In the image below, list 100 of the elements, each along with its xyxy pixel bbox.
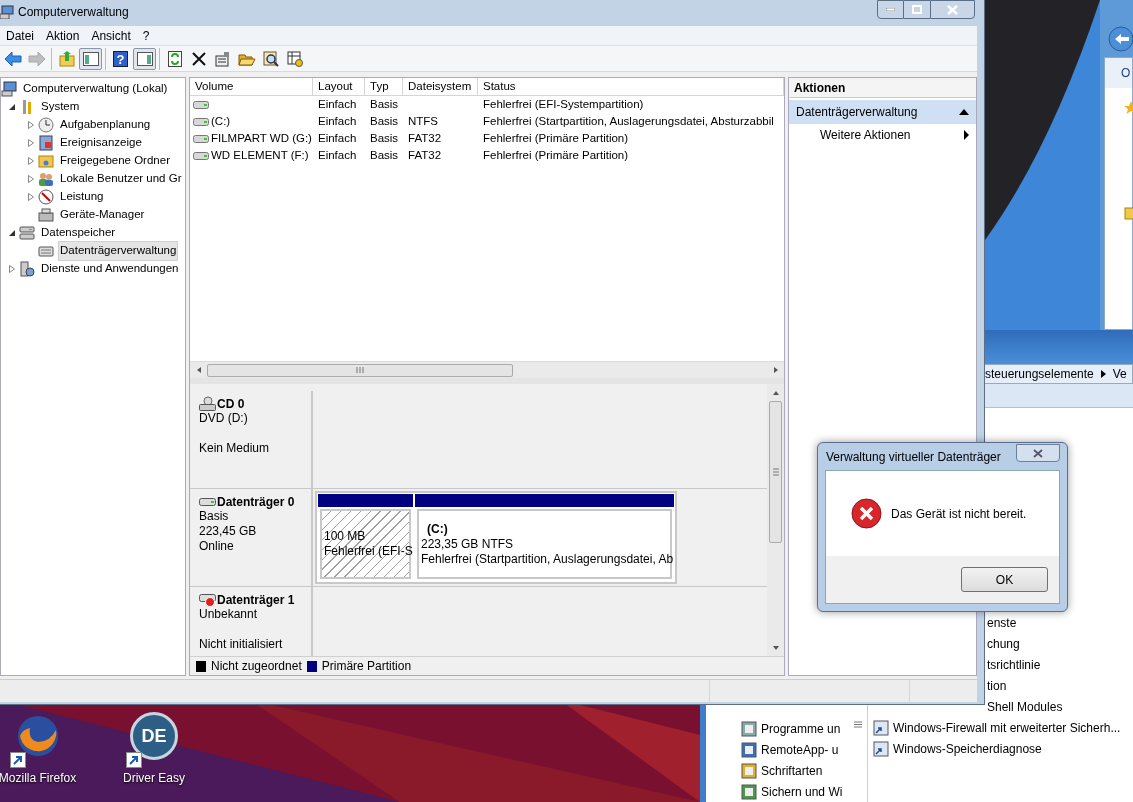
pane-title: Aktionen <box>789 78 976 98</box>
control-panel-icon <box>741 783 757 800</box>
control-panel-item[interactable]: Windows-Speicherdiagnose <box>893 739 1042 758</box>
table-cell-text: FILMPART WD (G:) <box>211 130 312 146</box>
table-cell-text: Einfach <box>318 130 357 146</box>
disk-info: Online <box>199 539 235 554</box>
splitter-grip-icon <box>853 721 862 728</box>
control-panel-icon <box>741 741 757 758</box>
folder-icon <box>38 153 54 169</box>
breadcrumb-item[interactable]: steuerungselemente <box>985 365 1094 384</box>
section-header[interactable]: Datenträgerverwaltung <box>789 100 976 124</box>
tree-item[interactable]: Datenträgerverwaltung <box>58 241 179 261</box>
pane-right-icon <box>136 51 153 66</box>
ok-button[interactable]: OK <box>961 567 1048 592</box>
partition-size: 100 MB <box>324 529 367 544</box>
control-panel-item[interactable]: Shell Modules <box>987 697 1063 716</box>
control-panel-icon <box>741 720 757 737</box>
expanded-arrow-icon[interactable] <box>8 229 16 237</box>
cd-drive-icon <box>199 395 216 412</box>
gear-icon <box>19 261 35 277</box>
disk-info: DVD (D:) <box>199 411 249 426</box>
menu-item[interactable]: Ansicht <box>85 26 137 46</box>
menu-item[interactable]: ? <box>136 26 156 46</box>
storage-icon <box>19 225 35 241</box>
table-cell-text: Einfach <box>318 113 357 129</box>
partition-size: 223,35 GB NTFS <box>421 536 515 552</box>
tree-item[interactable]: Datenspeicher <box>39 223 118 243</box>
action-link[interactable]: Weitere Aktionen <box>789 124 976 146</box>
control-panel-item[interactable]: chung <box>987 634 1020 653</box>
close-icon <box>1033 448 1043 458</box>
tree-item[interactable]: Computerverwaltung (Lokal) <box>21 79 170 99</box>
disk-name: CD 0 <box>217 395 245 413</box>
tree-item[interactable]: Aufgabenplanung <box>58 115 153 135</box>
table-cell-text: Einfach <box>318 147 357 163</box>
nav-item[interactable]: Programme un <box>761 719 841 738</box>
error-icon <box>851 498 882 529</box>
close-button[interactable] <box>1016 444 1060 462</box>
submenu-arrow-icon <box>964 130 969 140</box>
breadcrumb-item[interactable]: Ve <box>1112 365 1127 384</box>
tree-item[interactable]: Freigegebene Ordner <box>58 151 172 171</box>
delete-icon <box>191 51 206 66</box>
drive-icon <box>193 99 209 110</box>
search-icon <box>262 50 279 67</box>
collapsed-arrow-icon[interactable] <box>27 193 35 201</box>
collapsed-arrow-icon[interactable] <box>27 157 35 165</box>
disk-label-panel[interactable]: CD 0 DVD (D:) Kein Medium <box>190 391 313 488</box>
minimize-icon <box>886 8 895 11</box>
scroll-down-icon <box>771 643 780 652</box>
desktop-icon-label[interactable]: Mozilla Firefox <box>0 769 77 787</box>
menu-item[interactable]: Aktion <box>40 26 86 46</box>
collapsed-arrow-icon[interactable] <box>27 175 35 183</box>
horizontal-scrollbar[interactable] <box>190 361 784 378</box>
nav-item[interactable]: RemoteApp- u <box>761 740 839 759</box>
control-panel-item[interactable]: tsrichtlinie <box>987 655 1041 674</box>
column-header[interactable]: Volume <box>190 78 313 95</box>
column-header[interactable]: Layout <box>313 78 365 95</box>
column-header[interactable]: Status <box>478 78 784 95</box>
disk-info: Unbekannt <box>199 607 259 622</box>
action-pane-button[interactable] <box>133 47 156 70</box>
collapse-icon <box>959 109 969 115</box>
collapsed-arrow-icon[interactable] <box>27 139 35 147</box>
control-panel-item[interactable]: Windows-Firewall mit erweiterter Sicherh... <box>893 718 1121 737</box>
tree-item[interactable]: Geräte-Manager <box>58 205 147 225</box>
grip-icon <box>356 367 364 373</box>
expanded-arrow-icon[interactable] <box>8 103 16 111</box>
disk-info: Basis <box>199 509 230 524</box>
drive-icon <box>38 243 54 259</box>
tree-pane-button[interactable] <box>79 47 102 70</box>
menu-item[interactable]: Datei <box>0 26 40 46</box>
table-cell-text: Fehlerfrei (Primäre Partition) <box>483 147 629 163</box>
gauge-icon <box>38 189 54 205</box>
maximize-icon <box>912 5 922 14</box>
disk-label-panel[interactable]: Datenträger 0 Basis 223,45 GB Online <box>190 489 313 586</box>
nav-item[interactable]: Schriftarten <box>761 761 823 780</box>
computer-icon <box>0 5 14 19</box>
nav-item[interactable]: Sichern und Wi <box>761 782 843 801</box>
control-panel-item[interactable]: enste <box>987 613 1017 632</box>
tree-item[interactable]: Leistung <box>58 187 106 207</box>
desktop-icon-label[interactable]: Driver Easy <box>123 769 185 787</box>
maximize-button[interactable] <box>904 0 930 19</box>
tree-item[interactable]: Dienste und Anwendungen <box>39 259 181 279</box>
minimize-button[interactable] <box>877 0 904 19</box>
tree-item[interactable]: System <box>39 97 82 117</box>
control-panel-item[interactable]: tion <box>987 676 1007 695</box>
table-cell-text: (C:) <box>211 113 231 129</box>
clock-icon <box>38 117 54 133</box>
column-header[interactable]: Typ <box>365 78 403 95</box>
log-book-icon <box>38 135 54 151</box>
shortcut-icon <box>873 719 889 736</box>
tree-item[interactable]: Ereignisanzeige <box>58 133 144 153</box>
drive-icon <box>193 150 209 161</box>
collapsed-arrow-icon[interactable] <box>27 121 35 129</box>
column-header[interactable]: Dateisystem <box>403 78 478 95</box>
table-cell-text: WD ELEMENT (F:) <box>211 147 309 163</box>
collapsed-arrow-icon[interactable] <box>8 265 16 273</box>
tree-item[interactable]: Lokale Benutzer und Gr <box>58 169 184 189</box>
close-button[interactable] <box>930 0 975 19</box>
table-cell-text: Fehlerfrei (EFI-Systempartition) <box>483 96 644 112</box>
table-cell-text: Fehlerfrei (Startpartition, Auslagerungsdatei, Absturzabbil <box>483 113 774 129</box>
vertical-scrollbar[interactable] <box>767 384 784 656</box>
